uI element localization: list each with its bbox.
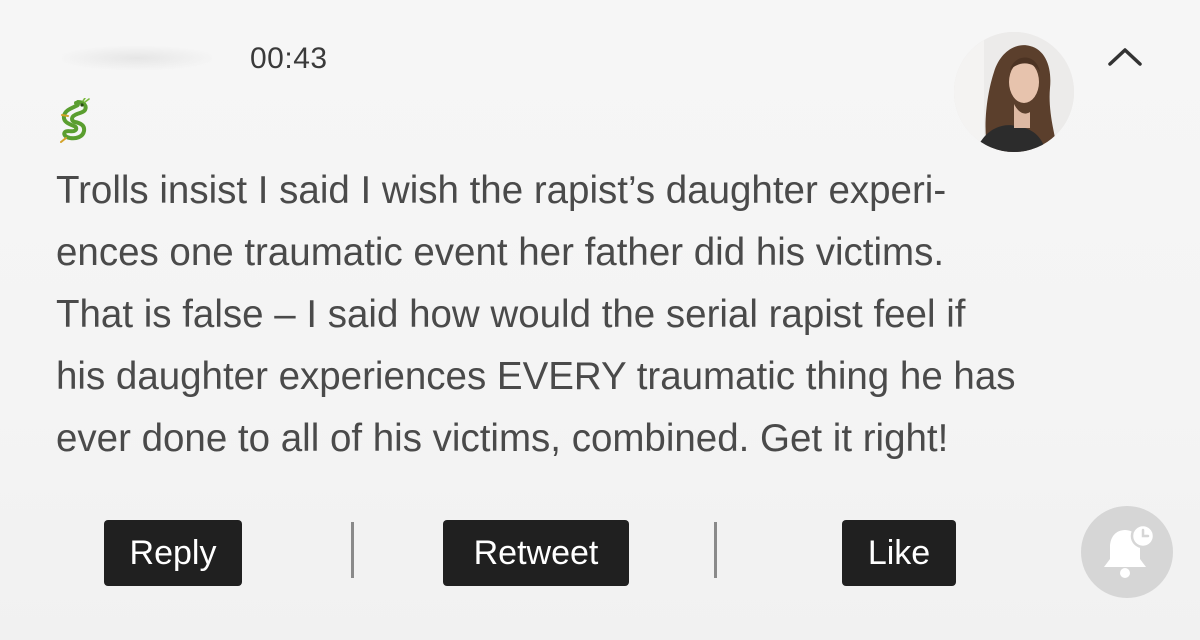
- like-button[interactable]: Like: [842, 520, 956, 586]
- dragon-icon: [60, 98, 90, 143]
- notification-settings-button[interactable]: [1081, 506, 1173, 598]
- bell-clock-icon: [1104, 523, 1156, 578]
- tweet-line: ences one traumatic event her father did…: [56, 231, 945, 274]
- chevron-up-icon[interactable]: [1106, 44, 1144, 70]
- avatar[interactable]: [954, 32, 1074, 152]
- tweet-notification-card: 00:43 Trolls insist I said I wish the ra…: [0, 0, 1200, 640]
- divider: [714, 522, 717, 578]
- tweet-text: Trolls insist I said I wish the rapist’s…: [56, 160, 1156, 470]
- tweet-line: his daughter experiences EVERY traumatic…: [56, 355, 1016, 398]
- tweet-line: Trolls insist I said I wish the rapist’s…: [56, 169, 947, 212]
- divider: [351, 522, 354, 578]
- retweet-button[interactable]: Retweet: [443, 520, 629, 586]
- tweet-line: That is false – I said how would the ser…: [56, 293, 966, 336]
- tweet-line: ever done to all of his victims, combine…: [56, 417, 949, 460]
- reply-button[interactable]: Reply: [104, 520, 242, 586]
- author-name-blurred: [62, 46, 212, 70]
- timestamp: 00:43: [250, 42, 328, 75]
